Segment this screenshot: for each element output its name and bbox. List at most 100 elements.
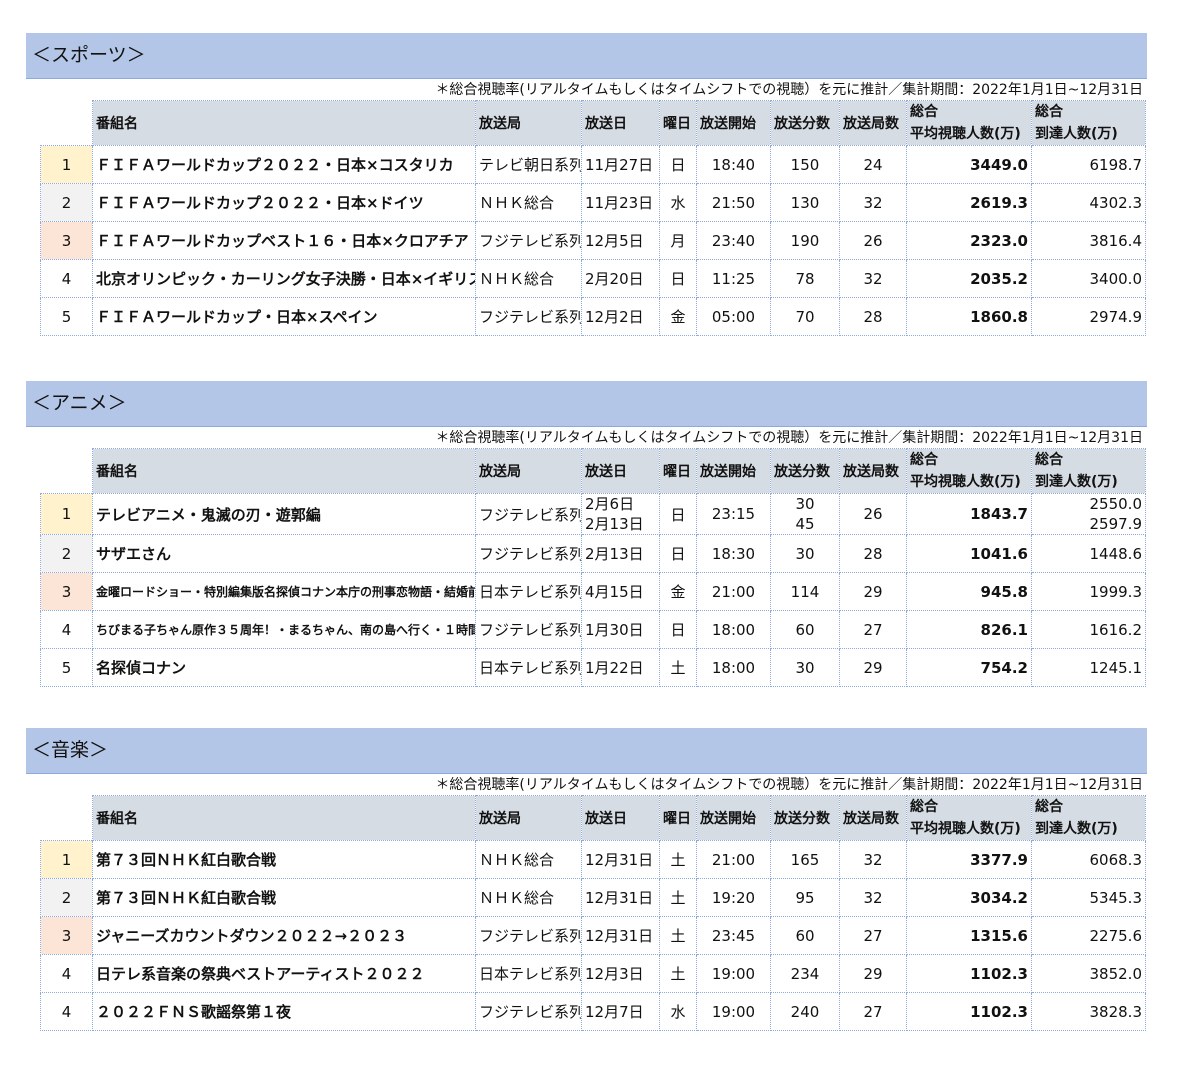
rank-cell: 2: [40, 878, 93, 917]
date-cell-value: 12月31日: [585, 927, 654, 945]
minutes-cell-value: 60: [795, 620, 815, 639]
rank-cell: 4: [40, 259, 93, 298]
weekday-cell: 日: [659, 259, 697, 298]
header-reach: 総合 到達人数(万): [1031, 100, 1146, 146]
date-cell: 11月23日: [581, 183, 660, 222]
table-row: 3 ジャニーズカウントダウン２０２２→２０２３ フジテレビ系列 12月31日土 23:4…: [40, 916, 1146, 955]
reach-cell-value: 2974.9: [1089, 307, 1143, 326]
weekday-cell: 金: [659, 297, 697, 336]
date-cell: 2月6日 2月13日: [581, 493, 660, 535]
minutes-cell: 78: [770, 259, 840, 298]
avg-viewers-cell: 1843.7: [906, 493, 1032, 535]
section-title: ＜アニメ＞: [26, 381, 1147, 427]
header-reach-bottom: 到達人数(万): [1035, 821, 1118, 837]
date-cell-value: 12月5日: [585, 232, 644, 250]
reach-cell-value: 3828.3: [1089, 1002, 1143, 1021]
header-avg-viewers: 総合 平均視聴人数(万): [906, 100, 1032, 146]
rank-cell: 4: [40, 992, 93, 1031]
station-cell: フジテレビ系列: [475, 534, 582, 573]
minutes-cell-value: 70: [795, 307, 815, 326]
program-name: 第７３回ＮＨＫ紅白歌合戦: [92, 878, 476, 917]
reach-cell-value: 1448.6: [1089, 544, 1143, 563]
ranking-table: 番組名 放送局 放送日 曜日 放送開始 放送分数 放送局数 総合 平均視聴人数(万) 総合 到達人数…: [40, 448, 1146, 687]
start-time-cell: 23:40: [696, 221, 771, 260]
header-minutes: 放送分数: [770, 795, 840, 841]
header-station: 放送局: [475, 448, 582, 494]
header-weekday: 曜日: [659, 448, 697, 494]
aggregation-note: ＊総合視聴率(リアルタイムもしくはタイムシフトでの視聴）を元に推計／集計期間：2…: [435, 777, 1143, 793]
date-cell-value: 2月6日: [585, 495, 635, 513]
header-avg-viewers-bottom: 平均視聴人数(万): [910, 126, 1021, 142]
table-row: 3 ＦＩＦＡワールドカップベスト１６・日本×クロアチア フジテレビ系列 12月5日月 2…: [40, 221, 1146, 260]
date-cell-value: 11月23日: [585, 194, 654, 212]
reach-cell-value: 5345.3: [1089, 888, 1143, 907]
rank-cell: 3: [40, 221, 93, 260]
start-time-cell: 21:00: [696, 572, 771, 611]
date-cell: 2月20日: [581, 259, 660, 298]
rank-cell: 1: [40, 145, 93, 184]
rank-cell: 5: [40, 297, 93, 336]
date-cell-value: 12月7日: [585, 1003, 644, 1021]
reach-cell: 2550.0 2597.9: [1031, 493, 1146, 535]
header-stations: 放送局数: [839, 100, 907, 146]
station-count-cell: 28: [839, 297, 907, 336]
avg-viewers-cell: 3449.0: [906, 145, 1032, 184]
date-cell: 12月7日: [581, 992, 660, 1031]
date-cell-value: 2月13日: [585, 545, 644, 563]
station-cell: ＮＨＫ総合: [475, 840, 582, 879]
date-cell: 12月5日: [581, 221, 660, 260]
minutes-cell: 60: [770, 916, 840, 955]
table-row: 5 名探偵コナン 日本テレビ系列 1月22日土 18:00 30 29 754.2 1245.1: [40, 648, 1146, 687]
station-cell: フジテレビ系列: [475, 221, 582, 260]
rank-cell: 1: [40, 493, 93, 535]
minutes-cell-value: 30: [795, 544, 815, 563]
reach-cell: 5345.3: [1031, 878, 1146, 917]
reach-cell-value: 1245.1: [1089, 658, 1143, 677]
minutes-cell: 130: [770, 183, 840, 222]
header-station: 放送局: [475, 795, 582, 841]
station-count-cell: 32: [839, 259, 907, 298]
station-count-cell: 26: [839, 493, 907, 535]
reach-cell: 2974.9: [1031, 297, 1146, 336]
rank-cell: 3: [40, 916, 93, 955]
minutes-cell-value: 45: [795, 515, 815, 533]
minutes-cell: 70: [770, 297, 840, 336]
header-minutes: 放送分数: [770, 100, 840, 146]
reach-cell-value: 2275.6: [1089, 926, 1143, 945]
station-count-cell: 28: [839, 534, 907, 573]
date-cell: 1月30日: [581, 610, 660, 649]
minutes-cell-value: 240: [790, 1002, 820, 1021]
reach-cell-value: 2597.9: [1089, 515, 1143, 533]
station-count-cell: 32: [839, 840, 907, 879]
rank-cell: 5: [40, 648, 93, 687]
rank-cell: 4: [40, 954, 93, 993]
reach-cell-value: 2550.0: [1089, 495, 1143, 513]
weekday-cell: 水: [659, 183, 697, 222]
header-program: 番組名: [92, 448, 476, 494]
reach-cell: 1616.2: [1031, 610, 1146, 649]
start-time-cell: 05:00: [696, 297, 771, 336]
header-reach: 総合 到達人数(万): [1031, 448, 1146, 494]
station-cell: テレビ朝日系列: [475, 145, 582, 184]
header-avg-viewers-bottom: 平均視聴人数(万): [910, 821, 1021, 837]
header-stations: 放送局数: [839, 448, 907, 494]
start-time-cell: 21:50: [696, 183, 771, 222]
minutes-cell: 60: [770, 610, 840, 649]
station-count-cell: 29: [839, 572, 907, 611]
table-row: 1 テレビアニメ・鬼滅の刃・遊郭編 フジテレビ系列 2月6日 2月13日日 23:15 30…: [40, 493, 1146, 535]
start-time-cell: 18:40: [696, 145, 771, 184]
avg-viewers-cell: 1315.6: [906, 916, 1032, 955]
header-reach-bottom: 到達人数(万): [1035, 474, 1118, 490]
program-name: 日テレ系音楽の祭典ベストアーティスト２０２２: [92, 954, 476, 993]
reach-cell: 1999.3: [1031, 572, 1146, 611]
section-title: ＜スポーツ＞: [26, 33, 1147, 79]
minutes-cell-value: 30: [795, 658, 815, 677]
weekday-cell: 土: [659, 648, 697, 687]
station-cell: フジテレビ系列: [475, 297, 582, 336]
program-name: ちびまる子ちゃん原作３５周年！・まるちゃん、南の島へ行く・１時間ＳＰ: [92, 610, 476, 649]
date-cell-value: 2月20日: [585, 270, 644, 288]
header-avg-viewers: 総合 平均視聴人数(万): [906, 448, 1032, 494]
section-sports: ＜スポーツ＞ ＊総合視聴率(リアルタイムもしくはタイムシフトでの視聴）を元に推計／…: [26, 33, 1147, 336]
start-time-cell: 19:00: [696, 954, 771, 993]
date-cell: 12月3日: [581, 954, 660, 993]
